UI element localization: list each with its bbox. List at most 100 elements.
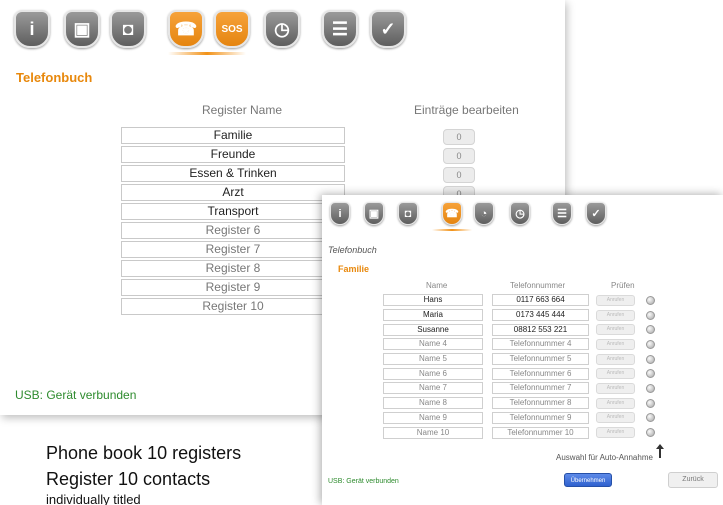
device-icon[interactable]: ▣ [64, 10, 100, 48]
auto-answer-radio[interactable] [646, 339, 655, 349]
table-row: Name 5 Telefonnummer 5 Anrufen [383, 352, 655, 367]
contact-phone-field[interactable]: Telefonnummer 9 [492, 411, 589, 424]
contact-phone-field[interactable]: Telefonnummer 7 [492, 382, 589, 395]
register-name-field[interactable]: Familie [121, 127, 345, 144]
auto-answer-radio[interactable] [646, 398, 655, 408]
alarm-icon[interactable]: ◔ [474, 202, 494, 225]
auto-answer-radio[interactable] [646, 383, 655, 393]
tab-bar: i ▣ ◘ ☎ ◔ ◷ ☰ ✓ [322, 195, 723, 235]
auto-answer-radio[interactable] [646, 369, 655, 379]
register-title: Familie [338, 264, 370, 274]
register-name-field[interactable]: Register 10 [121, 298, 345, 315]
register-list: Familie Freunde Essen & Trinken Arzt Tra… [121, 127, 345, 317]
call-test-button[interactable]: Anrufen [596, 427, 635, 439]
check-icon[interactable]: ✓ [586, 202, 606, 225]
check-icon[interactable]: ✓ [370, 10, 406, 48]
caption-line: individually titled [46, 492, 141, 505]
call-test-button[interactable]: Anrufen [596, 324, 635, 336]
call-test-button[interactable]: Anrufen [596, 382, 635, 394]
table-row: Name 10 Telefonnummer 10 Anrufen [383, 425, 655, 440]
register-name-field[interactable]: Register 6 [121, 222, 345, 239]
caption-line: Register 10 contacts [46, 469, 211, 489]
contact-name-field[interactable]: Susanne [383, 323, 483, 336]
table-row: Name 8 Telefonnummer 8 Anrufen [383, 396, 655, 411]
phonebook-icon[interactable]: ☎ [168, 10, 204, 48]
contact-name-field[interactable]: Name 4 [383, 338, 483, 351]
tab-bar: i ▣ ◘ ☎ SOS ◷ ☰ ✓ [0, 0, 565, 60]
register-name-field[interactable]: Register 8 [121, 260, 345, 277]
edit-entries-button[interactable]: 0 [443, 148, 475, 164]
contact-phone-field[interactable]: Telefonnummer 5 [492, 353, 589, 366]
register-name-field[interactable]: Register 7 [121, 241, 345, 258]
contact-name-field[interactable]: Hans [383, 294, 483, 307]
contact-phone-field[interactable]: 0173 445 444 [492, 309, 589, 322]
apply-button[interactable]: Übernehmen [564, 473, 612, 487]
contact-name-field[interactable]: Name 5 [383, 353, 483, 366]
plug-icon[interactable]: ◘ [110, 10, 146, 48]
contact-phone-field[interactable]: Telefonnummer 10 [492, 426, 589, 439]
contact-name-field[interactable]: Name 10 [383, 426, 483, 439]
back-button[interactable]: Zurück [668, 472, 718, 488]
table-row: Hans 0117 663 664 Anrufen [383, 293, 655, 308]
contact-phone-field[interactable]: 0117 663 664 [492, 294, 589, 307]
register-name-field[interactable]: Essen & Trinken [121, 165, 345, 182]
register-name-header: Register Name [202, 103, 283, 117]
settings-list-icon[interactable]: ☰ [552, 202, 572, 225]
auto-answer-radio[interactable] [646, 354, 655, 364]
active-tab-indicator [432, 229, 472, 231]
contact-name-field[interactable]: Name 8 [383, 397, 483, 410]
usb-status: USB: Gerät verbunden [328, 478, 399, 485]
call-test-button[interactable]: Anrufen [596, 412, 635, 424]
call-test-button[interactable]: Anrufen [596, 294, 635, 306]
page-title: Telefonbuch [328, 245, 377, 255]
clock-icon[interactable]: ◷ [510, 202, 530, 225]
edit-entries-button[interactable]: 0 [443, 129, 475, 145]
contacts-table: Hans 0117 663 664 Anrufen Maria 0173 445 444… [383, 293, 655, 440]
clock-icon[interactable]: ◷ [264, 10, 300, 48]
contact-phone-field[interactable]: Telefonnummer 8 [492, 397, 589, 410]
contacts-window-front: i ▣ ◘ ☎ ◔ ◷ ☰ ✓ Telefonbuch Familie Name Telefo… [322, 195, 723, 505]
phone-column-header: Telefonnummer [510, 281, 566, 290]
caption-line: Phone book 10 registers [46, 443, 242, 463]
call-test-button[interactable]: Anrufen [596, 338, 635, 350]
table-row: Name 7 Telefonnummer 7 Anrufen [383, 381, 655, 396]
entry-count-list: 0 0 0 0 [443, 129, 475, 205]
register-name-field[interactable]: Register 9 [121, 279, 345, 296]
plug-icon[interactable]: ◘ [398, 202, 418, 225]
auto-answer-radio[interactable] [646, 413, 655, 423]
contact-name-field[interactable]: Maria [383, 309, 483, 322]
call-test-button[interactable]: Anrufen [596, 353, 635, 365]
call-test-button[interactable]: Anrufen [596, 309, 635, 321]
settings-list-icon[interactable]: ☰ [322, 10, 358, 48]
table-row: Name 4 Telefonnummer 4 Anrufen [383, 337, 655, 352]
usb-status: USB: Gerät verbunden [15, 388, 137, 402]
info-icon[interactable]: i [14, 10, 50, 48]
register-name-field[interactable]: Transport [121, 203, 345, 220]
contact-phone-field[interactable]: Telefonnummer 4 [492, 338, 589, 351]
register-name-field[interactable]: Arzt [121, 184, 345, 201]
contact-phone-field[interactable]: Telefonnummer 6 [492, 367, 589, 380]
caption: Phone book 10 registers Register 10 cont… [46, 440, 241, 505]
auto-answer-radio[interactable] [646, 310, 655, 320]
table-row: Susanne 08812 553 221 Anrufen [383, 322, 655, 337]
call-test-button[interactable]: Anrufen [596, 397, 635, 409]
page-title: Telefonbuch [16, 70, 93, 85]
phonebook-icon[interactable]: ☎ [442, 202, 462, 225]
active-tab-indicator [168, 52, 246, 55]
device-icon[interactable]: ▣ [364, 202, 384, 225]
auto-answer-radio[interactable] [646, 428, 655, 438]
register-name-field[interactable]: Freunde [121, 146, 345, 163]
call-test-button[interactable]: Anrufen [596, 368, 635, 380]
auto-answer-label: Auswahl für Auto-Annahme [556, 453, 653, 462]
contact-name-field[interactable]: Name 9 [383, 411, 483, 424]
contact-phone-field[interactable]: 08812 553 221 [492, 323, 589, 336]
info-icon[interactable]: i [330, 202, 350, 225]
table-row: Maria 0173 445 444 Anrufen [383, 308, 655, 323]
auto-answer-radio[interactable] [646, 325, 655, 335]
contact-name-field[interactable]: Name 7 [383, 382, 483, 395]
check-column-header: Prüfen [611, 281, 635, 290]
edit-entries-button[interactable]: 0 [443, 167, 475, 183]
auto-answer-radio[interactable] [646, 295, 655, 305]
sos-icon[interactable]: SOS [214, 10, 250, 48]
contact-name-field[interactable]: Name 6 [383, 367, 483, 380]
